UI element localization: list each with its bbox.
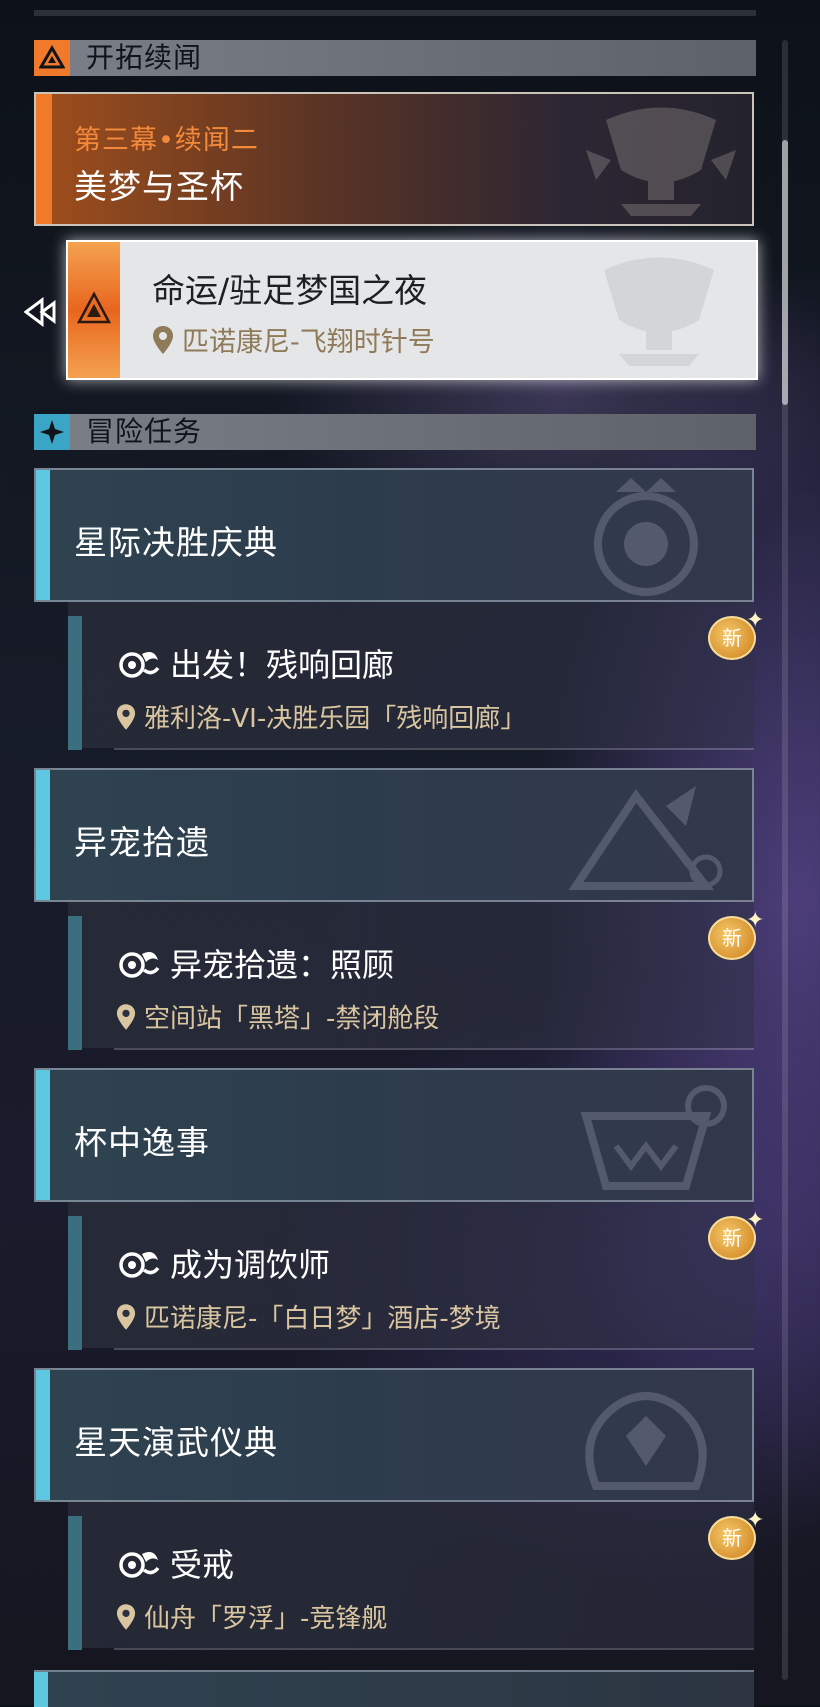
sub-quest-item[interactable]: 成为调饮师 匹诺康尼-「白日梦」酒店-梦境 xyxy=(68,1202,754,1350)
sub-quest-title: 成为调饮师 xyxy=(170,1246,331,1284)
sub-quest-title-row: 受戒 xyxy=(118,1540,234,1586)
sub-quest-title: 异宠拾遗：照顾 xyxy=(170,946,395,984)
sub-quest-item[interactable]: 异宠拾遗：照顾 空间站「黑塔」-禁闭舱段 xyxy=(68,902,754,1050)
top-bar xyxy=(34,10,756,16)
active-quest-title: 命运/驻足梦国之夜 xyxy=(152,271,428,310)
sub-quest-location-row: 雅利洛-VI-决胜乐园「残响回廊」 xyxy=(116,698,526,735)
adventure-quest-icon xyxy=(119,1252,160,1278)
new-badge: 新 ✦ xyxy=(708,908,764,964)
new-badge: 新 ✦ xyxy=(708,1508,764,1564)
trailblaze-chapter-card[interactable]: 第三幕•续闻二 美梦与圣杯 xyxy=(34,92,754,226)
sparkle-icon: ✦ xyxy=(746,1208,765,1233)
divider xyxy=(114,1048,754,1050)
quest-group-name: 星天演武仪典 xyxy=(74,1423,278,1462)
adventure-quest-icon xyxy=(119,652,160,678)
divider xyxy=(114,1648,754,1650)
trailblaze-icon xyxy=(34,40,70,76)
sub-quest-location-row: 匹诺康尼-「白日梦」酒店-梦境 xyxy=(116,1298,501,1335)
quest-edge xyxy=(34,1672,48,1707)
section-header-adventure: 冒险任务 xyxy=(34,414,756,450)
selection-pointer-icon xyxy=(24,297,56,327)
scrollbar-thumb[interactable] xyxy=(782,140,788,405)
sub-quest-title-row: 成为调饮师 xyxy=(118,1240,330,1286)
adventure-quest-icon xyxy=(119,952,160,978)
sub-quest-location: 仙舟「罗浮」-竞锋舰 xyxy=(144,1604,388,1634)
location-pin-icon xyxy=(116,703,136,730)
divider xyxy=(114,748,754,750)
chapter-title: 美梦与圣杯 xyxy=(74,167,244,206)
festival-emblem-icon xyxy=(594,478,698,596)
sub-quest-item[interactable]: 受戒 仙舟「罗浮」-竞锋舰 xyxy=(68,1502,754,1650)
quest-group-header[interactable]: 杯中逸事 xyxy=(34,1068,754,1202)
sub-quest-edge xyxy=(68,1516,82,1650)
chalice-emblem-icon xyxy=(604,257,714,366)
sub-quest-edge xyxy=(68,916,82,1050)
quest-group-name: 异宠拾遗 xyxy=(74,823,210,862)
new-badge: 新 ✦ xyxy=(708,608,764,664)
sparkle-icon: ✦ xyxy=(746,1508,765,1533)
cup-emblem-icon xyxy=(580,1085,727,1190)
active-quest-card[interactable]: 命运/驻足梦国之夜 匹诺康尼-飞翔时针号 xyxy=(66,240,758,380)
chalice-emblem-icon xyxy=(586,107,736,216)
adventure-quest-icon xyxy=(119,1552,160,1578)
sub-quest-edge xyxy=(68,616,82,750)
martial-emblem-icon xyxy=(585,1392,707,1490)
quest-edge xyxy=(36,1370,50,1500)
location-pin-icon xyxy=(116,1303,136,1330)
sub-quest-location-row: 空间站「黑塔」-禁闭舱段 xyxy=(116,998,439,1035)
section-header-trailblaze: 开拓续闻 xyxy=(34,40,756,76)
sparkle-icon: ✦ xyxy=(746,608,765,633)
quest-edge xyxy=(36,1070,50,1200)
sparkle-icon: ✦ xyxy=(746,908,765,933)
sub-quest-location: 雅利洛-VI-决胜乐园「残响回廊」 xyxy=(144,704,527,734)
rocket-emblem-icon xyxy=(568,786,723,890)
sub-quest-location: 空间站「黑塔」-禁闭舱段 xyxy=(144,1004,440,1034)
quest-edge xyxy=(36,470,50,600)
quest-group-name: 星际决胜庆典 xyxy=(74,523,278,562)
sub-quest-title: 出发！残响回廊 xyxy=(170,646,395,684)
trailblaze-quest-icon xyxy=(76,291,112,324)
sub-quest-location: 匹诺康尼-「白日梦」酒店-梦境 xyxy=(144,1304,501,1334)
chapter-subtitle: 第三幕•续闻二 xyxy=(74,125,259,156)
active-quest-location-row: 匹诺康尼-飞翔时针号 xyxy=(152,320,435,359)
quest-group-header[interactable]: 星天演武仪典 xyxy=(34,1368,754,1502)
sub-quest-edge xyxy=(68,1216,82,1350)
new-badge: 新 ✦ xyxy=(708,1208,764,1264)
location-pin-icon xyxy=(116,1003,136,1030)
quest-group-header[interactable]: 异宠拾遗 xyxy=(34,768,754,902)
divider xyxy=(114,1348,754,1350)
location-pin-icon xyxy=(153,325,173,354)
quest-edge xyxy=(36,770,50,900)
adventure-icon xyxy=(34,414,70,450)
card-edge xyxy=(36,94,52,224)
quest-group-header[interactable]: 星际决胜庆典 xyxy=(34,468,754,602)
quest-group-name: 杯中逸事 xyxy=(74,1123,210,1162)
sub-quest-title-row: 异宠拾遗：照顾 xyxy=(118,940,394,986)
quest-type-badge xyxy=(68,242,120,378)
sub-quest-location-row: 仙舟「罗浮」-竞锋舰 xyxy=(116,1598,387,1635)
sub-quest-title: 受戒 xyxy=(170,1546,235,1584)
sub-quest-title-row: 出发！残响回廊 xyxy=(118,640,394,686)
quest-group-header-partial[interactable] xyxy=(34,1670,754,1707)
sub-quest-item[interactable]: 出发！残响回廊 雅利洛-VI-决胜乐园「残响回廊」 xyxy=(68,602,754,750)
section-title: 开拓续闻 xyxy=(86,41,203,74)
location-pin-icon xyxy=(116,1603,136,1630)
active-quest-location: 匹诺康尼-飞翔时针号 xyxy=(182,327,435,358)
section-title: 冒险任务 xyxy=(86,415,203,448)
